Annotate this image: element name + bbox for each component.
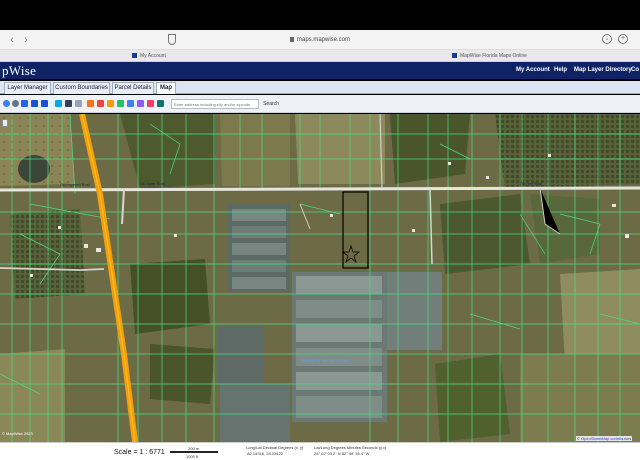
dms-coords-title: Lat/Long Degrees Minutes Seconds (y,x) <box>314 445 387 450</box>
map-canvas[interactable]: Old Hopewell Road Old Tower Road Old Har… <box>0 114 640 442</box>
info-icon[interactable] <box>157 100 164 107</box>
screen: ‹ › maps.mapwise.com ↓ + My Account MapW… <box>0 0 640 460</box>
browser-tab-strip: My Account MapWise Florida Maps Online <box>0 50 640 62</box>
scale-bar: 200 m 1000 ft <box>170 446 218 459</box>
tab-layer-manager[interactable]: Layer Manager <box>4 82 51 94</box>
clear-icon[interactable] <box>147 100 154 107</box>
url-field[interactable]: maps.mapwise.com <box>180 33 460 47</box>
shield-icon[interactable] <box>168 34 176 45</box>
road-label: Old Tower Road <box>140 182 165 186</box>
extensions-icon[interactable]: + <box>618 34 628 44</box>
back-extent-icon[interactable] <box>31 100 38 107</box>
address-search-input[interactable] <box>171 99 259 109</box>
app-header: pWise My Account Help Map Layer Director… <box>0 62 640 79</box>
map-layer-directory-link[interactable]: Map Layer Directory <box>574 62 632 79</box>
browser-tab-my-account[interactable]: My Account <box>132 51 166 61</box>
download-icon[interactable]: ↓ <box>602 34 612 44</box>
zoom-slider-handle[interactable] <box>2 119 8 127</box>
favicon-icon <box>452 53 457 59</box>
buffer-icon[interactable] <box>117 100 124 107</box>
scale-ratio: Scale = 1 : 6771 <box>114 449 165 456</box>
pan-icon[interactable] <box>21 100 28 107</box>
draw-icon[interactable] <box>97 100 104 107</box>
measure-icon[interactable] <box>87 100 94 107</box>
search-button[interactable]: Search <box>261 99 281 109</box>
road-label: Old Hopewell Road <box>60 183 90 187</box>
aerial-map[interactable]: Old Hopewell Road Old Tower Road Old Har… <box>0 114 640 442</box>
status-bar: Scale = 1 : 6771 200 m 1000 ft Long/Lat … <box>0 442 640 460</box>
lock-icon <box>289 36 294 42</box>
help-link[interactable]: Help <box>554 62 567 79</box>
zoom-out-icon[interactable] <box>12 100 19 107</box>
pointer-icon[interactable] <box>65 100 72 107</box>
markup-icon[interactable] <box>107 100 114 107</box>
water-district-label: DISMUKES WATER DISTRICT <box>302 359 351 363</box>
zoom-in-icon[interactable] <box>3 100 10 107</box>
tab-label: My Account <box>140 53 166 59</box>
map-toolbar: Search <box>0 95 640 113</box>
browser-address-bar: ‹ › maps.mapwise.com ↓ + <box>0 30 640 50</box>
scale-label-ft: 1000 ft <box>186 454 199 459</box>
tab-custom-boundaries[interactable]: Custom Boundaries <box>53 82 110 94</box>
osm-attribution-link[interactable]: © OpenStreetMap contributors <box>576 436 633 441</box>
identify-icon[interactable] <box>75 100 82 107</box>
tab-label: MapWise Florida Maps Online <box>460 53 527 59</box>
contact-link[interactable]: Co <box>631 62 639 79</box>
forward-extent-icon[interactable] <box>41 100 48 107</box>
select-icon[interactable] <box>55 100 62 107</box>
favicon-icon <box>132 53 137 59</box>
my-account-link[interactable]: My Account <box>516 62 550 79</box>
decimal-coords-value: -82.14316, 28.03422 <box>246 451 283 456</box>
print-icon[interactable] <box>127 100 134 107</box>
tab-parcel-details[interactable]: Parcel Details <box>112 82 154 94</box>
mapwise-logo[interactable]: pWise <box>2 62 36 79</box>
road-label: Old Hart Road <box>520 182 542 186</box>
back-icon[interactable]: ‹ <box>6 33 18 47</box>
tab-map[interactable]: Map <box>156 82 176 94</box>
decimal-coords-title: Long/Lat Decimal Degrees (x, y) <box>246 445 304 450</box>
export-icon[interactable] <box>137 100 144 107</box>
browser-tab-mapwise[interactable]: MapWise Florida Maps Online <box>452 51 527 61</box>
app-tabs: Layer Manager Custom Boundaries Parcel D… <box>0 81 640 94</box>
url-text: maps.mapwise.com <box>296 37 350 43</box>
copyright-text: © MapWise 2023 <box>2 431 33 436</box>
forward-icon[interactable]: › <box>20 33 32 47</box>
dms-coords-value: 28° 02' 03.2" N 82° 08' 35.4" W <box>314 451 370 456</box>
